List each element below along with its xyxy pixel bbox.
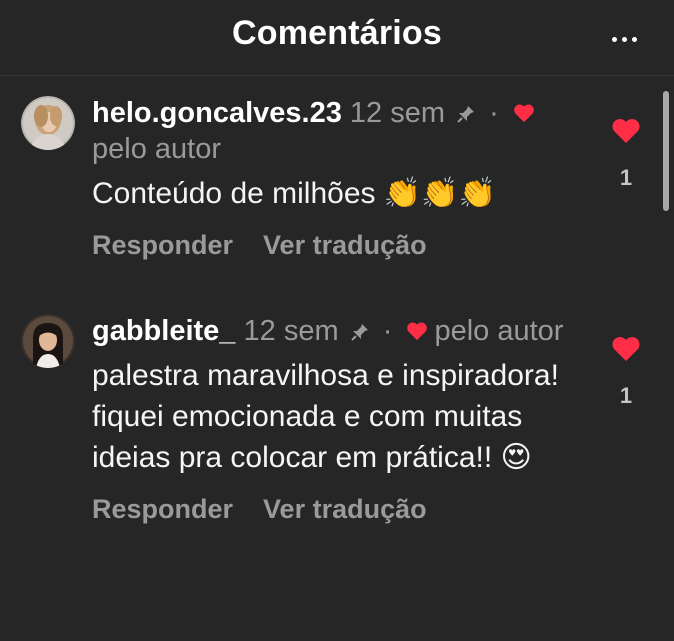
author-heart-icon	[514, 104, 534, 123]
avatar-image	[21, 314, 75, 368]
comment-item: helo.goncalves.23 12 sem · pelo autor Co…	[0, 88, 674, 288]
like-heart-icon[interactable]	[611, 118, 641, 144]
comment-actions: Responder Ver tradução	[92, 494, 592, 525]
separator-dot: ·	[489, 97, 499, 129]
comment-text: palestra maravilhosa e inspiradora! fiqu…	[92, 359, 559, 474]
separator-dot: ·	[382, 315, 393, 347]
comment-time: 12 sem	[349, 97, 445, 129]
more-options-button[interactable]	[612, 34, 644, 44]
liked-by-author: pelo autor	[92, 133, 221, 165]
like-heart-icon[interactable]	[611, 336, 641, 362]
more-dot-icon	[612, 36, 617, 42]
pin-icon	[457, 106, 475, 123]
reply-button[interactable]: Responder	[92, 494, 233, 525]
reply-button[interactable]: Responder	[92, 230, 233, 261]
liked-by-author: pelo autor	[434, 315, 564, 347]
avatar[interactable]	[21, 314, 75, 368]
comment-item: gabbleite_ 12 sem · pelo autor palestra …	[0, 306, 674, 616]
translate-button[interactable]: Ver tradução	[263, 230, 427, 261]
like-count: 1	[619, 383, 633, 408]
translate-button[interactable]: Ver tradução	[263, 494, 427, 525]
comment-username[interactable]: gabbleite_	[92, 315, 235, 347]
comment-username[interactable]: helo.goncalves.23	[92, 97, 342, 129]
more-dot-icon	[632, 36, 637, 42]
more-dot-icon	[622, 36, 627, 42]
comment-time: 12 sem	[243, 315, 339, 347]
pin-icon	[350, 324, 368, 341]
comment-body: gabbleite_ 12 sem · pelo autor palestra …	[92, 313, 592, 525]
like-count: 1	[619, 165, 633, 190]
avatar[interactable]	[21, 96, 75, 150]
page-title: Comentários	[231, 14, 443, 52]
author-heart-icon	[407, 322, 428, 341]
comment-text: Conteúdo de milhões 👏👏👏	[92, 177, 496, 210]
comment-meta: gabbleite_ 12 sem · pelo autor	[92, 313, 592, 349]
comments-header: Comentários	[0, 0, 674, 76]
comment-meta: helo.goncalves.23 12 sem · pelo autor	[92, 95, 592, 167]
avatar-image	[21, 96, 75, 150]
comment-body: helo.goncalves.23 12 sem · pelo autor Co…	[92, 95, 592, 261]
comment-actions: Responder Ver tradução	[92, 230, 592, 261]
